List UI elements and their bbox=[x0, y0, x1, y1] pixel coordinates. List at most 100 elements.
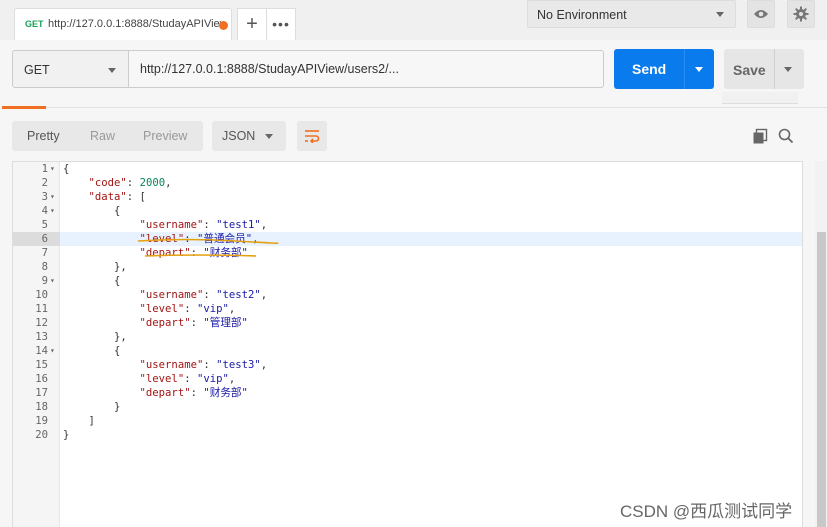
code-text: } bbox=[63, 401, 121, 413]
active-section-indicator bbox=[2, 106, 46, 109]
chevron-down-icon bbox=[108, 68, 116, 73]
line-number: 18 bbox=[35, 401, 48, 413]
line-number: 9 bbox=[41, 275, 48, 287]
code-line: 13 }, bbox=[13, 330, 802, 344]
request-tab[interactable]: GET http://127.0.0.1:8888/StudayAPIView bbox=[14, 8, 232, 40]
send-divider bbox=[684, 49, 685, 89]
line-number: 20 bbox=[35, 429, 48, 441]
line-number: 2 bbox=[41, 177, 48, 189]
manage-environments-button[interactable] bbox=[787, 0, 815, 28]
view-tab-preview[interactable]: Preview bbox=[143, 129, 187, 143]
tab-method: GET bbox=[25, 19, 44, 29]
environment-select[interactable]: No Environment bbox=[527, 0, 736, 28]
vertical-scrollbar[interactable] bbox=[817, 232, 826, 527]
line-number: 6 bbox=[41, 233, 48, 245]
line-number: 19 bbox=[35, 415, 48, 427]
code-text: "depart": "管理部" bbox=[139, 317, 248, 329]
gear-icon bbox=[793, 6, 809, 22]
environment-label: No Environment bbox=[537, 8, 627, 22]
method-label: GET bbox=[24, 63, 50, 77]
save-options-chevron-icon[interactable] bbox=[784, 67, 792, 72]
eye-icon bbox=[754, 10, 768, 18]
code-line: 1 ▾ { bbox=[13, 162, 802, 176]
line-number: 7 bbox=[41, 247, 48, 259]
line-number: 5 bbox=[41, 219, 48, 231]
code-text: "level": "vip", bbox=[139, 373, 236, 385]
code-text: "username": "test1", bbox=[139, 219, 268, 231]
wrap-lines-icon bbox=[305, 130, 320, 143]
code-line: 12 "depart": "管理部" bbox=[13, 316, 802, 330]
code-line: 9 ▾ { bbox=[13, 274, 802, 288]
response-body-editor[interactable]: 1 ▾{2 "code": 2000, 3 ▾ "data": [4 ▾ {5 "use… bbox=[12, 161, 803, 527]
code-line: 10 "username": "test2", bbox=[13, 288, 802, 302]
chevron-down-icon bbox=[265, 134, 273, 139]
code-text: } bbox=[63, 429, 70, 441]
environment-quick-look-button[interactable] bbox=[747, 0, 775, 28]
fold-toggle-icon[interactable]: ▾ bbox=[50, 162, 55, 176]
code-line: 19 ] bbox=[13, 414, 802, 428]
send-label: Send bbox=[632, 61, 667, 77]
send-button[interactable]: Send bbox=[614, 49, 714, 89]
code-text: "username": "test2", bbox=[139, 289, 268, 301]
save-button[interactable]: Save bbox=[724, 49, 804, 89]
line-number: 3 bbox=[41, 191, 48, 203]
watermark: CSDN @西瓜测试同学 bbox=[620, 502, 793, 521]
code-text: }, bbox=[63, 261, 127, 273]
code-text: { bbox=[63, 345, 121, 357]
tab-bar: GET http://127.0.0.1:8888/StudayAPIView … bbox=[0, 0, 827, 40]
code-text: { bbox=[63, 205, 121, 217]
unsaved-dot-icon bbox=[219, 21, 228, 30]
chevron-down-icon bbox=[716, 12, 724, 17]
view-tab-raw[interactable]: Raw bbox=[90, 129, 115, 143]
code-line: 16 "level": "vip", bbox=[13, 372, 802, 386]
code-line: 4 ▾ { bbox=[13, 204, 802, 218]
code-text: "code": 2000, bbox=[88, 177, 172, 189]
tab-url: http://127.0.0.1:8888/StudayAPIView bbox=[48, 18, 224, 30]
line-number: 15 bbox=[35, 359, 48, 371]
code-line: 11 "level": "vip", bbox=[13, 302, 802, 316]
copy-icon[interactable] bbox=[752, 128, 768, 144]
line-number: 10 bbox=[35, 289, 48, 301]
format-label: JSON bbox=[222, 129, 256, 143]
line-number: 17 bbox=[35, 387, 48, 399]
more-tabs-button[interactable]: ••• bbox=[266, 8, 296, 40]
new-tab-button[interactable]: + bbox=[237, 8, 267, 40]
code-line: 17 "depart": "财务部" bbox=[13, 386, 802, 400]
line-number: 1 bbox=[41, 163, 48, 175]
fold-toggle-icon[interactable]: ▾ bbox=[50, 190, 55, 204]
code-line: 15 "username": "test3", bbox=[13, 358, 802, 372]
format-select[interactable]: JSON bbox=[212, 121, 286, 151]
line-number: 16 bbox=[35, 373, 48, 385]
code-text: { bbox=[63, 163, 70, 175]
fold-toggle-icon[interactable]: ▾ bbox=[50, 344, 55, 358]
line-number: 11 bbox=[35, 303, 48, 315]
section-divider bbox=[46, 107, 827, 108]
search-icon[interactable] bbox=[778, 128, 794, 144]
save-divider bbox=[774, 49, 775, 89]
line-number: 14 bbox=[35, 345, 48, 357]
line-number: 8 bbox=[41, 261, 48, 273]
fold-toggle-icon[interactable]: ▾ bbox=[50, 204, 55, 218]
code-text: "data": [ bbox=[88, 191, 146, 203]
code-line: 20} bbox=[13, 428, 802, 442]
response-view-tabs: Pretty Raw Preview bbox=[12, 121, 203, 151]
method-select[interactable]: GET bbox=[12, 50, 129, 88]
code-line: 5 "username": "test1", bbox=[13, 218, 802, 232]
line-number: 12 bbox=[35, 317, 48, 329]
save-label: Save bbox=[733, 62, 766, 78]
annotation-underline bbox=[137, 238, 279, 257]
line-number: 4 bbox=[41, 205, 48, 217]
code-text: ] bbox=[63, 415, 95, 427]
send-options-chevron-icon[interactable] bbox=[695, 67, 703, 72]
code-line: 2 "code": 2000, bbox=[13, 176, 802, 190]
code-line: 18 } bbox=[13, 400, 802, 414]
panel-edge bbox=[722, 92, 798, 104]
code-line: 14 ▾ { bbox=[13, 344, 802, 358]
code-text: { bbox=[63, 275, 121, 287]
code-text: "level": "vip", bbox=[139, 303, 236, 315]
url-input[interactable]: http://127.0.0.1:8888/StudayAPIView/user… bbox=[128, 50, 604, 88]
view-tab-pretty[interactable]: Pretty bbox=[27, 129, 60, 143]
fold-toggle-icon[interactable]: ▾ bbox=[50, 274, 55, 288]
wrap-lines-button[interactable] bbox=[297, 121, 327, 151]
code-text: }, bbox=[63, 331, 127, 343]
